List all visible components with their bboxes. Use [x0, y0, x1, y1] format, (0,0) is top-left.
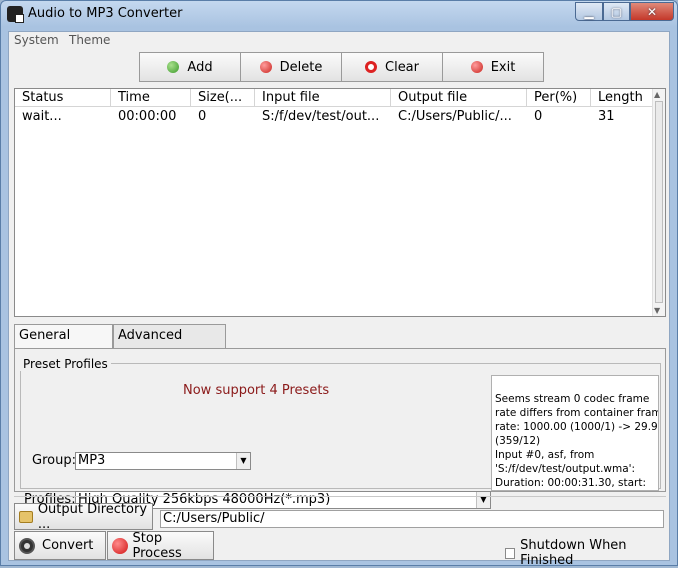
column-size[interactable]: Size(... — [191, 89, 255, 107]
client-area: System Theme Add Delete Clear Exit Statu… — [8, 31, 670, 568]
general-option-panel: Preset Profiles Now support 4 Presets Gr… — [14, 348, 666, 509]
file-list-scrollbar[interactable]: ▲ ▼ — [652, 89, 665, 316]
output-directory-button[interactable]: Output Directory ... — [14, 501, 153, 532]
exit-button[interactable]: Exit — [442, 52, 544, 82]
add-button[interactable]: Add — [139, 52, 241, 82]
minimize-button[interactable]: ▁ — [575, 2, 603, 21]
file-list-header: Status Time Size(... Input file Output f… — [15, 89, 654, 107]
group-select-value: MP3 — [78, 453, 106, 468]
cell-output-file: C:/Users/Public/... — [398, 109, 512, 124]
log-line: Seems stream 0 codec frame — [495, 393, 650, 405]
log-line: Duration: 00:00:31.30, start: — [495, 477, 647, 489]
output-path-field[interactable]: C:/Users/Public/ — [160, 510, 664, 528]
stop-process-label: Stop Process — [132, 530, 182, 561]
menu-system[interactable]: System — [14, 33, 59, 47]
cell-input-file: S:/f/dev/test/out... — [262, 109, 380, 124]
column-input-file[interactable]: Input file — [255, 89, 391, 107]
delete-icon — [259, 61, 272, 73]
maximize-icon: ▢ — [610, 4, 623, 19]
column-status[interactable]: Status — [15, 89, 111, 107]
add-button-label: Add — [187, 59, 213, 75]
log-line: 'S:/f/dev/test/output.wma': — [495, 463, 636, 475]
file-list[interactable]: Status Time Size(... Input file Output f… — [14, 88, 666, 317]
clear-button-label: Clear — [385, 59, 419, 75]
chevron-down-icon[interactable]: ▼ — [236, 453, 250, 469]
convert-button[interactable]: Convert — [14, 531, 106, 560]
minimize-icon: ▁ — [584, 4, 594, 19]
clear-button[interactable]: Clear — [341, 52, 443, 82]
convert-button-label: Convert — [42, 538, 94, 553]
conversion-log[interactable]: Seems stream 0 codec frame rate differs … — [491, 375, 659, 491]
tab-advanced-option[interactable]: Advanced Option — [113, 324, 226, 365]
log-line: Input #0, asf, from — [495, 449, 595, 461]
delete-button-label: Delete — [279, 59, 323, 75]
column-percent[interactable]: Per(%) — [527, 89, 591, 107]
cell-status: wait... — [22, 109, 62, 124]
preset-profiles-title: Preset Profiles — [20, 357, 111, 371]
column-output-file[interactable]: Output file — [391, 89, 527, 107]
clear-icon — [365, 61, 377, 73]
delete-button[interactable]: Delete — [240, 52, 342, 82]
close-button[interactable]: ✕ — [630, 2, 674, 21]
exit-button-label: Exit — [490, 59, 516, 75]
film-reel-icon — [19, 537, 35, 554]
tab-general-option[interactable]: General Option — [14, 324, 113, 365]
chevron-down-icon[interactable]: ▼ — [476, 492, 490, 508]
support-text: Now support 4 Presets — [183, 383, 330, 398]
add-icon — [167, 61, 180, 73]
close-icon: ✕ — [646, 4, 658, 19]
cell-percent: 0 — [534, 109, 543, 124]
column-time[interactable]: Time — [111, 89, 191, 107]
title-bar: Audio to MP3 Converter ▁ ▢ ✕ — [1, 1, 677, 29]
column-length[interactable]: Length — [591, 89, 654, 107]
cell-time: 00:00:00 — [118, 109, 177, 124]
app-icon — [7, 6, 24, 23]
shutdown-option[interactable]: Shutdown When Finished — [505, 538, 669, 568]
shutdown-checkbox[interactable] — [505, 547, 516, 559]
group-select[interactable]: MP3 ▼ — [75, 452, 251, 470]
menu-theme[interactable]: Theme — [69, 33, 110, 47]
scroll-thumb[interactable] — [655, 101, 663, 303]
log-line: rate differs from container frame — [495, 407, 659, 419]
folder-icon — [19, 510, 33, 523]
log-line: (359/12) — [495, 435, 541, 447]
app-window: Audio to MP3 Converter ▁ ▢ ✕ System Them… — [0, 0, 678, 568]
maximize-button[interactable]: ▢ — [603, 2, 630, 21]
output-directory-label: Output Directory ... — [37, 501, 148, 532]
group-label: Group: — [32, 453, 76, 468]
stop-icon — [112, 537, 128, 554]
shutdown-label: Shutdown When Finished — [520, 538, 627, 568]
stop-process-button[interactable]: Stop Process — [107, 530, 214, 561]
exit-icon — [470, 61, 483, 73]
menu-bar: System Theme — [9, 32, 669, 50]
cell-length: 31 — [598, 109, 615, 124]
log-line: rate: 1000.00 (1000/1) -> 29.92 — [495, 421, 659, 433]
scroll-up-icon[interactable]: ▲ — [654, 90, 660, 99]
divider — [14, 496, 666, 497]
scroll-down-icon[interactable]: ▼ — [654, 306, 660, 315]
cell-size: 0 — [198, 109, 207, 124]
window-title: Audio to MP3 Converter — [28, 6, 183, 21]
